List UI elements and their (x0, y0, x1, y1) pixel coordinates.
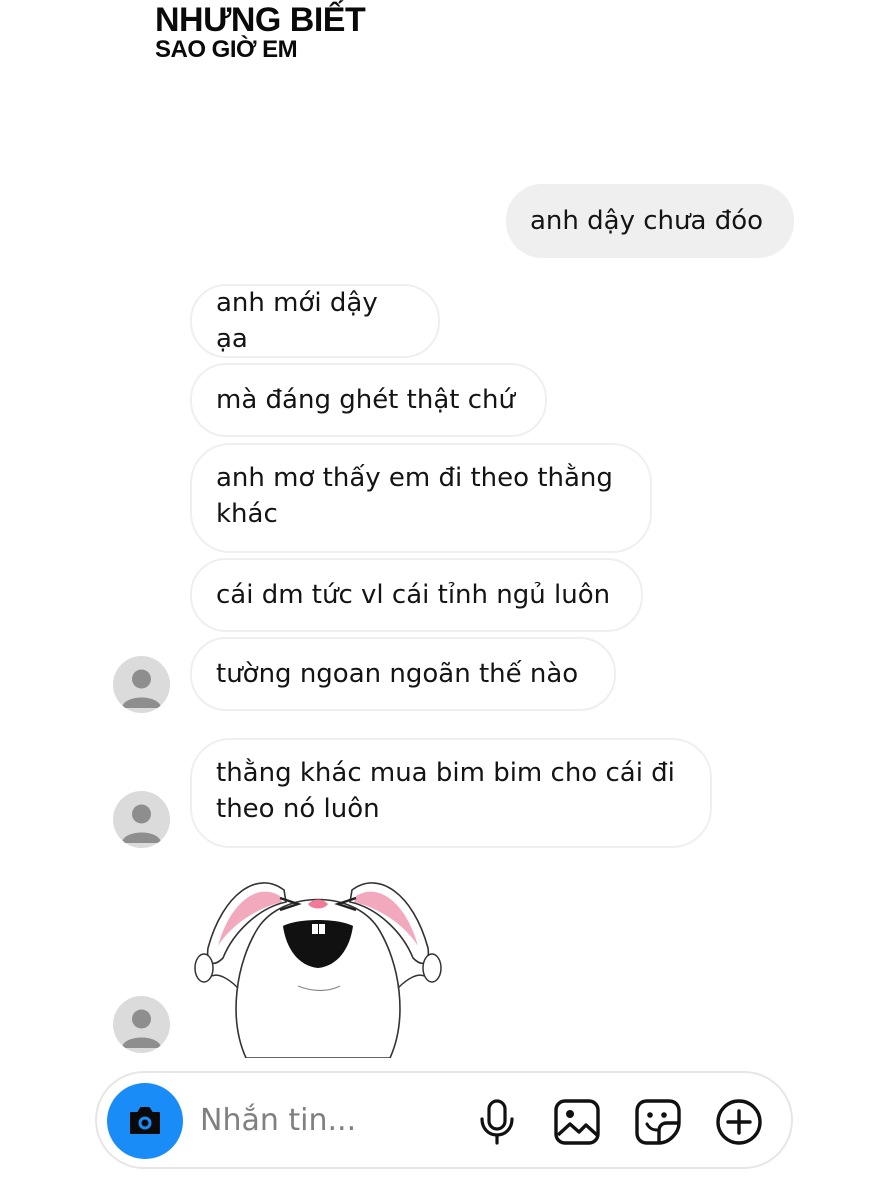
message-bubble-incoming[interactable]: anh mới dậy ạa (190, 284, 440, 358)
message-text: anh mới dậy ạa (216, 288, 378, 354)
message-composer: Nhắn tin... (95, 1071, 793, 1169)
avatar[interactable] (113, 656, 170, 713)
message-input[interactable]: Nhắn tin... (200, 1101, 356, 1141)
message-bubble-incoming[interactable]: mà đáng ghét thật chứ (190, 363, 547, 437)
message-bubble-incoming[interactable]: thằng khác mua bim bim cho cái đi theo n… (190, 738, 712, 848)
video-caption: NHƯNG BIẾT SAO GIỜ EM (155, 1, 366, 63)
sticker-button[interactable] (633, 1097, 683, 1147)
caption-line-2: SAO GIỜ EM (155, 36, 298, 63)
microphone-icon (480, 1099, 514, 1145)
default-avatar-icon (122, 804, 161, 843)
message-text: anh mơ thấy em đi theo thằng khác (216, 463, 613, 529)
message-text: mà đáng ghét thật chứ (216, 385, 515, 415)
message-text: anh dậy chưa đóo (530, 206, 764, 236)
message-bubble-incoming[interactable]: cái dm tức vl cái tỉnh ngủ luôn (190, 558, 643, 632)
screaming-rabbit-sticker[interactable] (188, 868, 448, 1058)
microphone-button[interactable] (472, 1097, 522, 1147)
message-text: thằng khác mua bim bim cho cái đi theo n… (216, 758, 675, 824)
message-bubble-incoming[interactable]: anh mơ thấy em đi theo thằng khác (190, 443, 652, 553)
caption-line-1: NHƯNG BIẾT (155, 1, 366, 39)
camera-icon (130, 1107, 160, 1134)
avatar[interactable] (113, 996, 170, 1053)
sticker-icon (635, 1099, 681, 1145)
camera-button[interactable] (107, 1083, 183, 1159)
image-icon (554, 1099, 600, 1145)
default-avatar-icon (122, 1009, 161, 1048)
gallery-button[interactable] (552, 1097, 602, 1147)
default-avatar-icon (122, 669, 161, 708)
message-bubble-outgoing[interactable]: anh dậy chưa đóo (506, 184, 794, 258)
plus-circle-icon (716, 1099, 762, 1145)
more-button[interactable] (714, 1097, 764, 1147)
message-text: tường ngoan ngoãn thế nào (216, 659, 579, 689)
message-text: cái dm tức vl cái tỉnh ngủ luôn (216, 580, 611, 610)
avatar[interactable] (113, 791, 170, 848)
message-bubble-incoming[interactable]: tường ngoan ngoãn thế nào (190, 637, 616, 711)
